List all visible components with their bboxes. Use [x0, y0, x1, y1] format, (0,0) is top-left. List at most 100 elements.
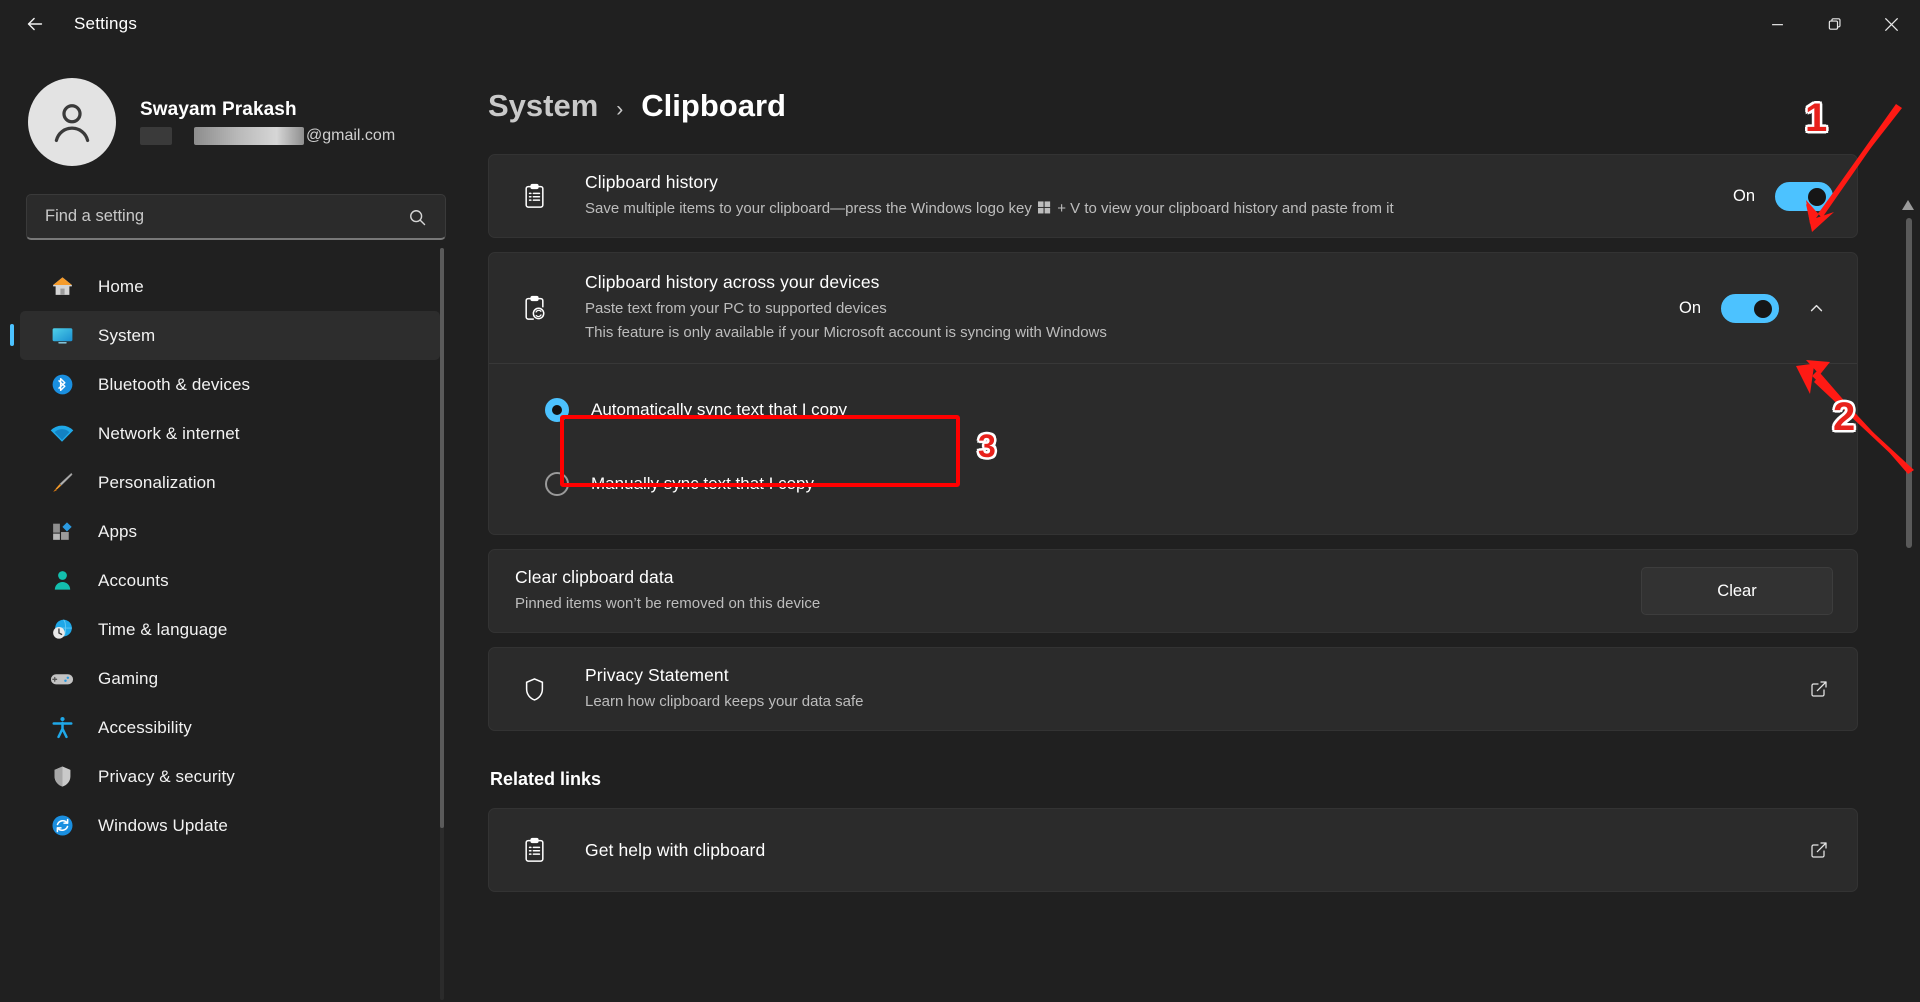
sidebar-item-label: Home — [98, 276, 144, 296]
sidebar-item-label: Windows Update — [98, 815, 228, 835]
person-icon — [54, 104, 90, 143]
clipboard-history-card: Clipboard history Save multiple items to… — [488, 154, 1858, 238]
sidebar-item-label: Network & internet — [98, 423, 240, 443]
radio-manual-icon[interactable] — [545, 472, 569, 496]
clipboard-history-state-label: On — [1732, 186, 1755, 205]
privacy-statement-link[interactable] — [1805, 679, 1833, 699]
sidebar-item-windows-update[interactable]: Windows Update — [20, 801, 440, 850]
annotation-number-1: 1 — [1805, 96, 1828, 140]
clipboard-history-row[interactable]: Clipboard history Save multiple items to… — [489, 155, 1857, 237]
search-box[interactable] — [26, 194, 446, 240]
sidebar-item-label: Personalization — [98, 472, 216, 492]
cross-device-row[interactable]: Clipboard history across your devices Pa… — [489, 253, 1857, 363]
shield-outline-icon — [515, 676, 553, 703]
sidebar-item-label: Time & language — [98, 619, 228, 639]
sidebar-item-home[interactable]: Home — [20, 262, 440, 311]
clear-clipboard-row: Clear clipboard data Pinned items won’t … — [489, 550, 1857, 632]
open-external-icon — [1805, 840, 1833, 860]
cross-device-controls: On — [1679, 291, 1833, 325]
accessibility-icon — [48, 714, 76, 742]
sidebar-item-apps[interactable]: Apps — [20, 507, 440, 556]
sidebar-item-privacy-security[interactable]: Privacy & security — [20, 752, 440, 801]
sidebar-item-network-internet[interactable]: Network & internet — [20, 409, 440, 458]
clear-button[interactable]: Clear — [1641, 567, 1833, 615]
clipboard-history-controls: On — [1732, 181, 1833, 211]
sidebar-item-accessibility[interactable]: Accessibility — [20, 703, 440, 752]
update-icon — [48, 812, 76, 840]
sync-option-manual[interactable]: Manually sync text that I copy — [545, 460, 1857, 508]
toggle-knob — [1754, 299, 1772, 318]
maximize-button[interactable] — [1806, 0, 1863, 48]
annotation-number-3: 3 — [978, 428, 996, 464]
settings-list: Clipboard history Save multiple items to… — [448, 124, 1920, 892]
close-icon — [1885, 17, 1898, 31]
radio-automatic-icon[interactable] — [545, 398, 569, 422]
avatar — [28, 78, 116, 166]
privacy-statement-card[interactable]: Privacy Statement Learn how clipboard ke… — [488, 647, 1858, 731]
open-external-icon — [1805, 679, 1833, 699]
description-part-2: + V to view your clipboard history and p… — [1057, 200, 1394, 218]
search-input[interactable] — [27, 207, 387, 226]
main-scrollbar-thumb[interactable] — [1906, 218, 1912, 548]
sidebar-item-label: Accounts — [98, 570, 169, 590]
privacy-statement-row[interactable]: Privacy Statement Learn how clipboard ke… — [489, 648, 1857, 730]
search-icon — [408, 208, 427, 232]
close-button[interactable] — [1863, 0, 1920, 48]
settings-window: Settings Swayam Prakash @gmail.com Find … — [0, 0, 1920, 1002]
sidebar-item-bluetooth-devices[interactable]: Bluetooth & devices — [20, 360, 440, 409]
bluetooth-icon — [48, 371, 76, 399]
clear-clipboard-card: Clear clipboard data Pinned items won’t … — [488, 549, 1858, 633]
clear-clipboard-description: Pinned items won’t be removed on this de… — [515, 595, 821, 613]
sidebar-item-label: Apps — [98, 521, 138, 541]
breadcrumb-parent[interactable]: System — [488, 88, 598, 124]
sidebar-item-time-language[interactable]: Time & language — [20, 605, 440, 654]
clipboard-sync-icon — [515, 295, 553, 322]
sidebar-item-label: Privacy & security — [98, 766, 235, 786]
clipboard-history-texts: Clipboard history Save multiple items to… — [585, 172, 1733, 220]
minimize-button[interactable] — [1749, 0, 1806, 48]
page-title: Clipboard — [641, 88, 786, 123]
sidebar-item-accounts[interactable]: Accounts — [20, 556, 440, 605]
cross-device-title: Clipboard history across your devices — [585, 272, 880, 293]
account-email-domain: @gmail.com — [306, 127, 396, 144]
back-button[interactable] — [14, 6, 56, 42]
cross-device-card: Clipboard history across your devices Pa… — [488, 252, 1858, 535]
sidebar-item-label: System — [98, 325, 156, 345]
sidebar-item-label: Accessibility — [98, 717, 192, 737]
privacy-statement-description: Learn how clipboard keeps your data safe — [585, 693, 864, 711]
account-header[interactable]: Swayam Prakash @gmail.com — [0, 48, 448, 166]
description-part-1: Save multiple items to your clipboard—pr… — [585, 200, 1032, 218]
sidebar-item-system[interactable]: System — [10, 311, 440, 360]
cross-device-expander[interactable] — [1799, 291, 1833, 325]
restore-icon — [1828, 17, 1841, 30]
sidebar-nav: Home System Bluetooth & devices Network … — [0, 262, 448, 850]
sidebar-item-gaming[interactable]: Gaming — [20, 654, 440, 703]
gamepad-icon — [48, 665, 76, 693]
sidebar-item-personalization[interactable]: Personalization — [20, 458, 440, 507]
clear-clipboard-texts: Clear clipboard data Pinned items won’t … — [515, 567, 1641, 615]
clipboard-list-icon — [515, 837, 553, 864]
cross-device-description-1: Paste text from your PC to supported dev… — [585, 300, 887, 318]
search-wrapper — [0, 166, 448, 240]
sync-option-label: Manually sync text that I copy — [591, 474, 814, 493]
clear-clipboard-title: Clear clipboard data — [515, 567, 674, 588]
window-title: Settings — [74, 14, 138, 33]
get-help-row[interactable]: Get help with clipboard — [489, 809, 1857, 891]
related-link-card[interactable]: Get help with clipboard — [488, 808, 1858, 892]
privacy-statement-texts: Privacy Statement Learn how clipboard ke… — [585, 665, 1805, 713]
annotation-number-2: 2 — [1833, 395, 1856, 439]
account-email: @gmail.com — [140, 127, 395, 145]
windows-logo-key-icon — [1038, 199, 1051, 214]
sync-option-label: Automatically sync text that I copy — [591, 400, 848, 419]
clipboard-history-toggle[interactable] — [1775, 181, 1833, 211]
clear-clipboard-controls: Clear — [1641, 567, 1833, 615]
clipboard-history-description: Save multiple items to your clipboard—pr… — [585, 198, 1733, 220]
email-redaction-2 — [194, 127, 304, 145]
get-help-link[interactable] — [1805, 840, 1833, 860]
sidebar-scrollbar-thumb[interactable] — [440, 248, 444, 828]
title-bar: Settings — [0, 0, 1920, 48]
cross-device-toggle[interactable] — [1721, 293, 1779, 323]
sidebar-item-label: Bluetooth & devices — [98, 374, 251, 394]
sync-option-automatic[interactable]: Automatically sync text that I copy — [545, 386, 1857, 434]
privacy-statement-title: Privacy Statement — [585, 665, 729, 686]
